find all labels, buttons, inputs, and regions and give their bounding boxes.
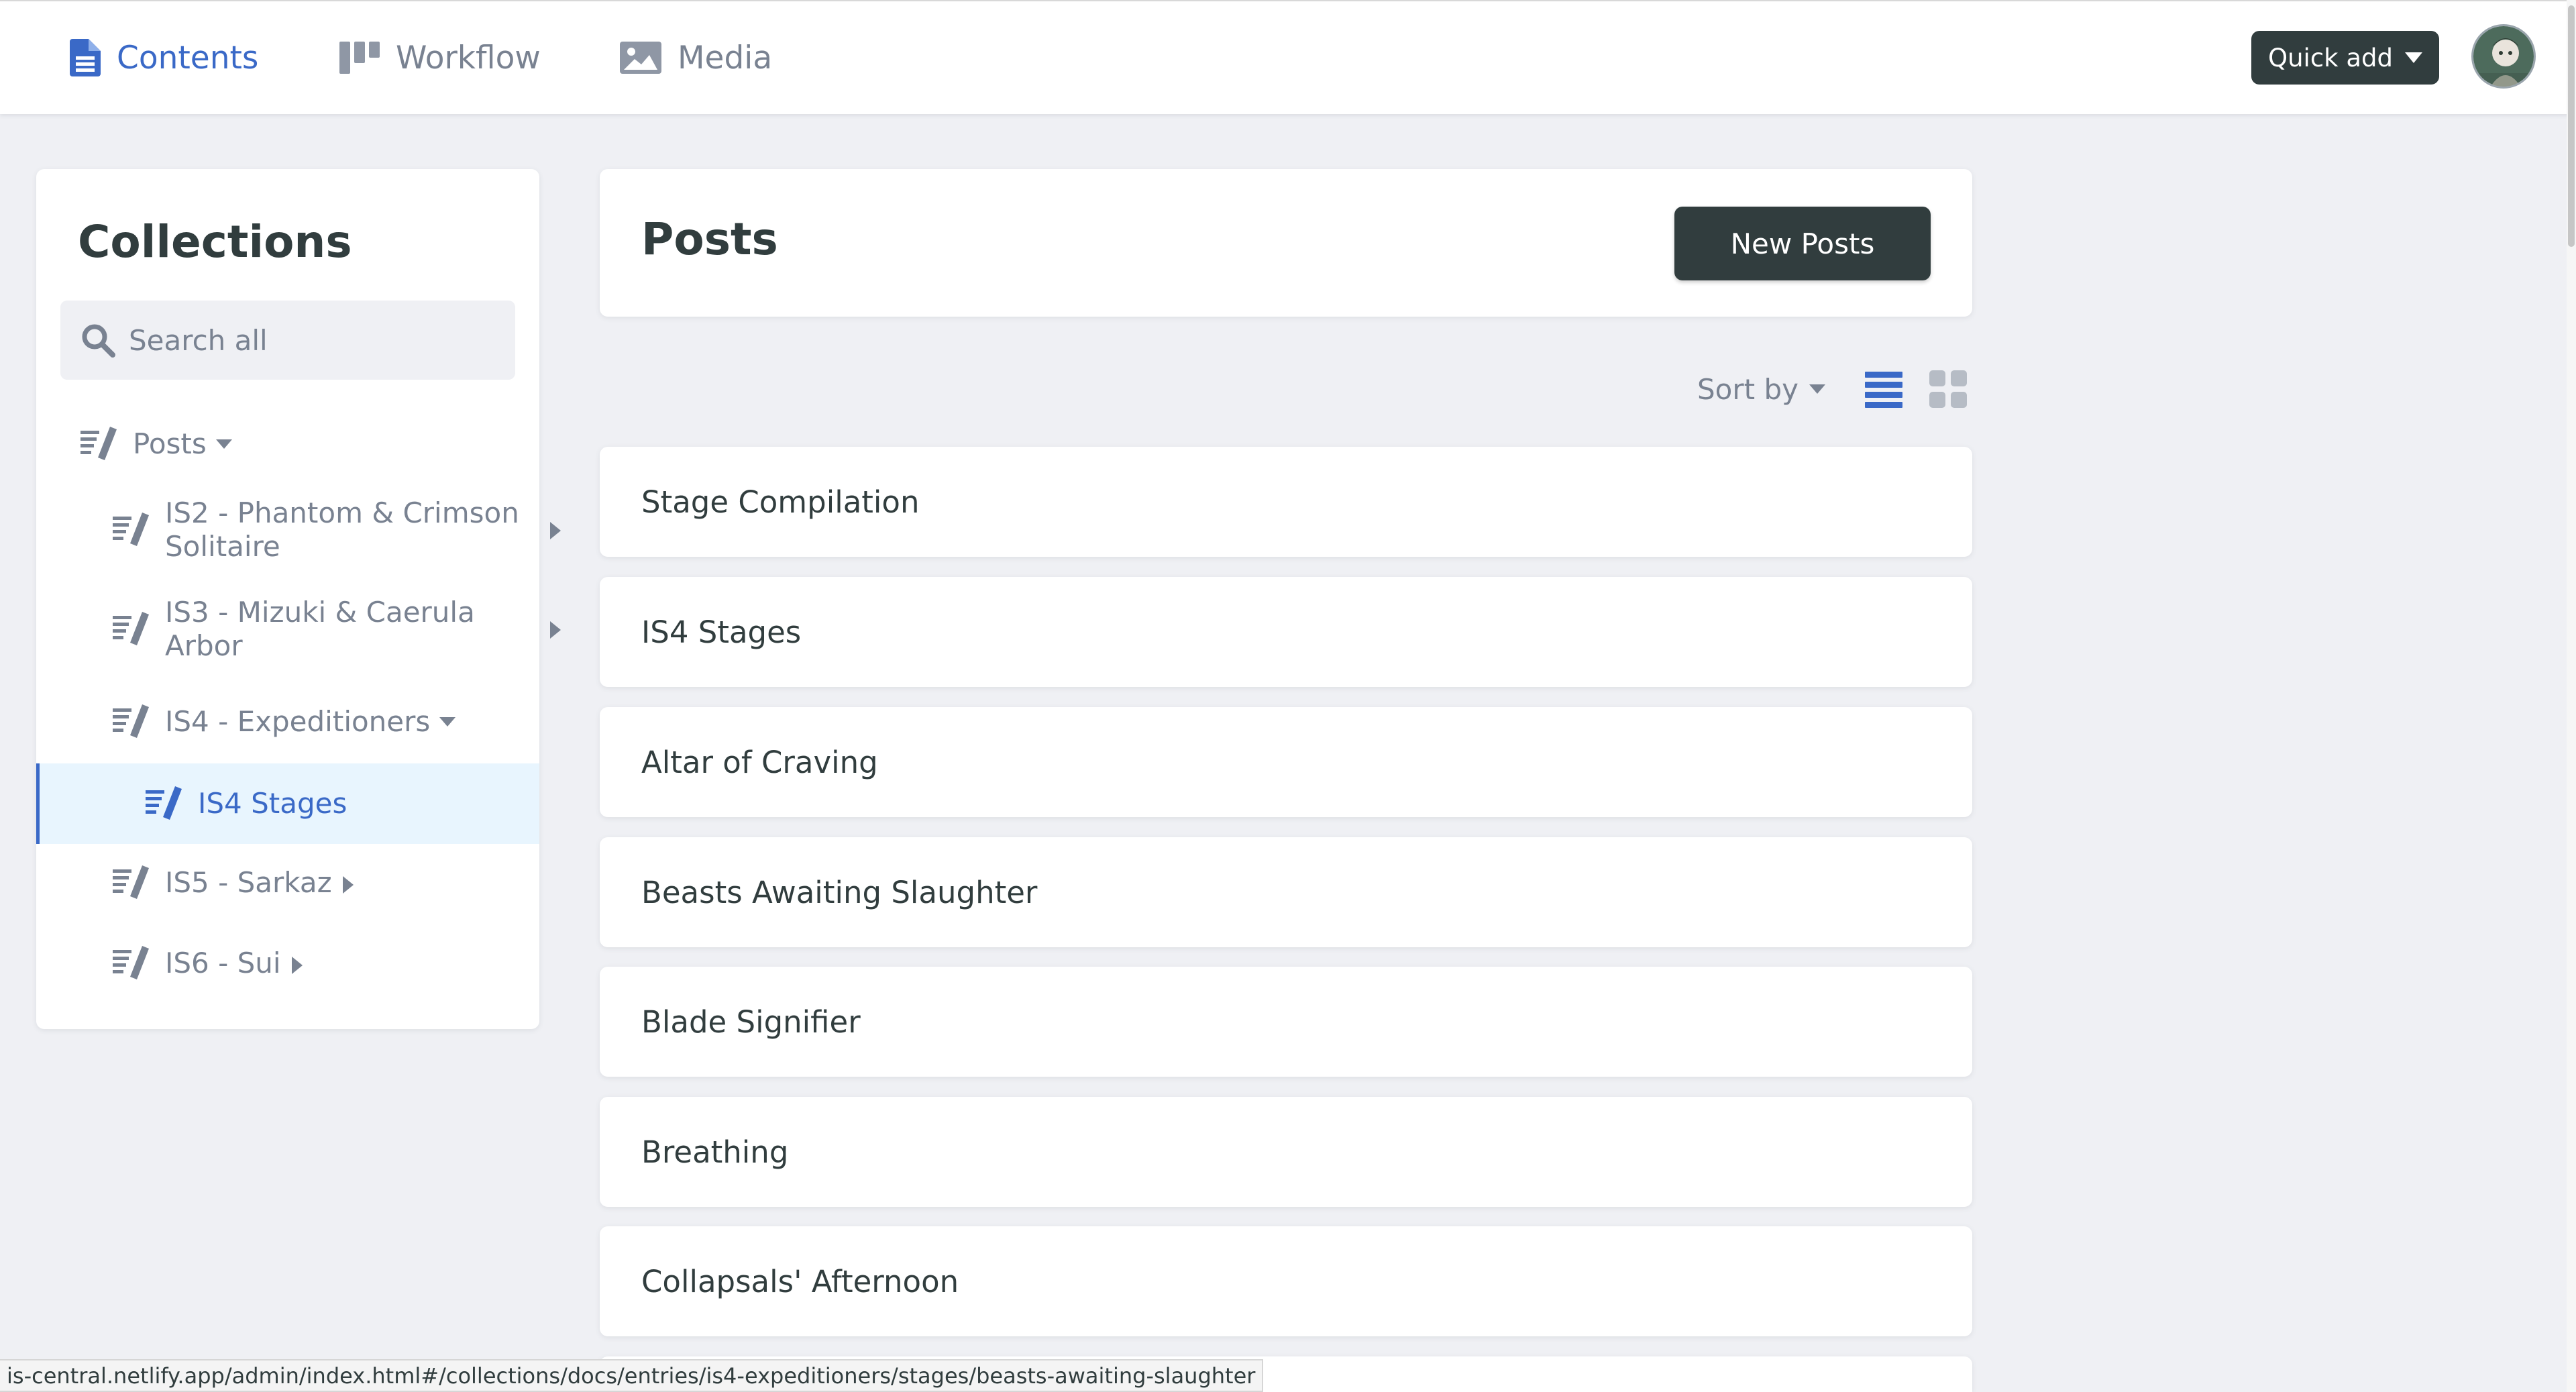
new-posts-button[interactable]: New Posts bbox=[1674, 207, 1931, 280]
sidebar-item-label-line2: Solitaire bbox=[165, 530, 280, 563]
entry-title: Stage Compilation bbox=[641, 484, 920, 520]
collection-header: Posts New Posts bbox=[600, 169, 1972, 317]
nav-media[interactable]: Media bbox=[620, 1, 772, 114]
nav-workflow[interactable]: Workflow bbox=[339, 1, 541, 114]
sidebar-item-label: IS6 - Sui bbox=[165, 947, 281, 979]
entry-title: Altar of Craving bbox=[641, 744, 878, 780]
entry-title: Beasts Awaiting Slaughter bbox=[641, 874, 1038, 910]
sidebar-item-is3[interactable]: IS3 - Mizuki & Caerula Arbor bbox=[113, 596, 561, 663]
collection-edit-icon bbox=[113, 704, 149, 738]
caret-down-icon bbox=[439, 717, 456, 727]
sidebar-item-is4[interactable]: IS4 - Expeditioners bbox=[113, 704, 456, 739]
caret-down-icon bbox=[1809, 384, 1825, 394]
sidebar-item-is5[interactable]: IS5 - Sarkaz bbox=[113, 865, 354, 900]
caret-right-icon bbox=[550, 621, 561, 639]
top-navigation-bar: Contents Workflow Media Quick add bbox=[0, 0, 2576, 114]
caret-right-icon bbox=[291, 957, 303, 974]
collection-edit-icon bbox=[113, 865, 149, 899]
collection-edit-icon bbox=[80, 427, 117, 460]
sidebar-item-posts[interactable]: Posts bbox=[80, 427, 232, 462]
caret-down-icon bbox=[215, 439, 232, 449]
page-scrollbar[interactable] bbox=[2567, 0, 2576, 1392]
sort-by-label: Sort by bbox=[1697, 372, 1799, 406]
entry-card[interactable]: Stage Compilation bbox=[600, 447, 1972, 557]
kanban-icon bbox=[339, 42, 380, 74]
page-title: Posts bbox=[641, 213, 778, 265]
sidebar-item-label-line2: Arbor bbox=[165, 629, 243, 662]
collection-edit-icon bbox=[146, 786, 182, 820]
nav-media-label: Media bbox=[678, 39, 773, 76]
sidebar-item-label: IS5 - Sarkaz bbox=[165, 866, 332, 899]
nav-contents[interactable]: Contents bbox=[70, 1, 258, 114]
entry-title: Blade Signifier bbox=[641, 1004, 861, 1040]
search-icon bbox=[82, 324, 115, 358]
link-status-bar: is-central.netlify.app/admin/index.html#… bbox=[0, 1359, 1264, 1392]
grid-view-icon bbox=[1929, 370, 1967, 408]
sidebar-item-label: IS2 - Phantom & Crimson Solitaire bbox=[165, 496, 519, 564]
user-avatar[interactable] bbox=[2471, 24, 2536, 89]
list-view-button[interactable] bbox=[1865, 370, 1902, 411]
entry-title: Breathing bbox=[641, 1134, 789, 1170]
sidebar-item-label-line1: IS3 - Mizuki & Caerula bbox=[165, 596, 475, 629]
sidebar-item-label: IS4 - Expeditioners bbox=[165, 705, 431, 738]
image-icon bbox=[620, 42, 661, 74]
entry-card[interactable]: Blade Signifier bbox=[600, 967, 1972, 1077]
caret-right-icon bbox=[342, 876, 354, 894]
entry-title: Collapsals' Afternoon bbox=[641, 1263, 959, 1299]
entry-card[interactable]: IS4 Stages bbox=[600, 577, 1972, 687]
collection-edit-icon bbox=[113, 612, 149, 645]
document-icon bbox=[70, 39, 101, 76]
sidebar-item-label: IS3 - Mizuki & Caerula Arbor bbox=[165, 596, 475, 663]
collections-sidebar: Collections Search all Posts IS2 - Phant… bbox=[36, 169, 561, 1029]
search-input[interactable]: Search all bbox=[60, 301, 515, 380]
entry-card[interactable]: Beasts Awaiting Slaughter bbox=[600, 837, 1972, 947]
entry-card[interactable]: Collapsals' Afternoon bbox=[600, 1226, 1972, 1336]
grid-view-button[interactable] bbox=[1929, 370, 1967, 411]
avatar-image-icon bbox=[2473, 26, 2534, 87]
collection-edit-icon bbox=[113, 513, 149, 546]
sidebar-item-label: Posts bbox=[133, 427, 207, 460]
quick-add-button[interactable]: Quick add bbox=[2251, 31, 2439, 85]
nav-workflow-label: Workflow bbox=[396, 39, 541, 76]
caret-right-icon bbox=[550, 522, 561, 539]
collection-edit-icon bbox=[113, 946, 149, 979]
nav-contents-label: Contents bbox=[117, 39, 259, 76]
sidebar-item-is6[interactable]: IS6 - Sui bbox=[113, 946, 303, 981]
entry-card[interactable]: Altar of Craving bbox=[600, 707, 1972, 817]
scrollbar-thumb[interactable] bbox=[2568, 5, 2575, 247]
caret-down-icon bbox=[2405, 52, 2423, 63]
sidebar-item-is4-stages[interactable]: IS4 Stages bbox=[36, 763, 539, 844]
sidebar-title: Collections bbox=[78, 216, 352, 268]
search-placeholder: Search all bbox=[129, 323, 268, 357]
sort-by-dropdown[interactable]: Sort by bbox=[1697, 369, 1825, 409]
sidebar-item-label: IS4 Stages bbox=[198, 787, 347, 820]
entry-card[interactable]: Breathing bbox=[600, 1097, 1972, 1207]
list-view-icon bbox=[1865, 372, 1902, 408]
entry-title: IS4 Stages bbox=[641, 614, 802, 650]
sidebar-item-is2[interactable]: IS2 - Phantom & Crimson Solitaire bbox=[113, 496, 561, 564]
quick-add-label: Quick add bbox=[2267, 43, 2394, 72]
sidebar-item-label-line1: IS2 - Phantom & Crimson bbox=[165, 496, 519, 529]
